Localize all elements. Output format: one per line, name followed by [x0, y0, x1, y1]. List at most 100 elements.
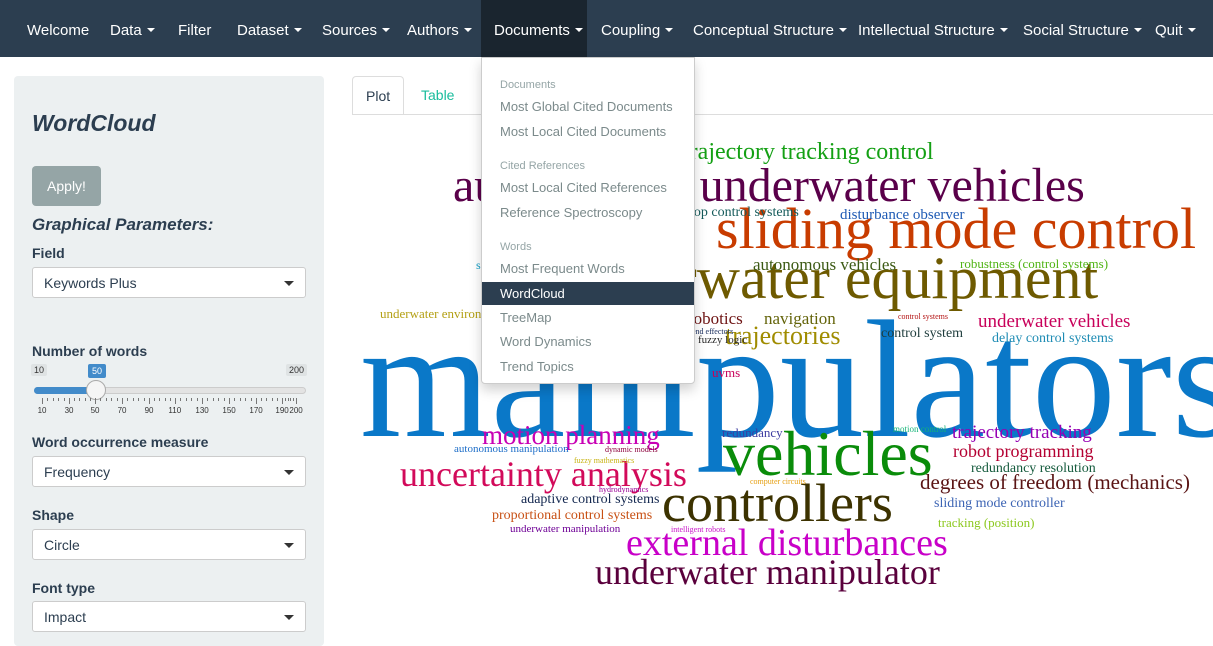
slider-tick [69, 398, 70, 404]
nav-intellectual-structure[interactable]: Intellectual Structure [845, 0, 1021, 57]
caret-down-icon [999, 28, 1008, 33]
nav-authors[interactable]: Authors [394, 0, 485, 57]
nav-label: Authors [407, 22, 459, 39]
menu-item-most-global-cited-documents[interactable]: Most Global Cited Documents [482, 95, 694, 118]
slider-minor-tick [74, 398, 75, 401]
slider-minor-tick [191, 398, 192, 401]
slider-tick-label: 10 [37, 406, 47, 415]
slider-minor-tick [53, 398, 54, 401]
nav-label: Coupling [601, 22, 661, 39]
word-occurrence-label: Word occurrence measure [32, 434, 209, 450]
wordcloud-word: autonomous manipulation [454, 443, 569, 455]
slider-tick-label: 90 [144, 406, 154, 415]
slider-tick-label: 130 [195, 406, 209, 415]
nav-data[interactable]: Data [97, 0, 168, 57]
apply-button[interactable]: Apply! [32, 166, 101, 206]
slider-min-label: 10 [31, 364, 48, 376]
slider-handle[interactable] [86, 380, 106, 400]
occurrence-select[interactable]: Frequency [32, 456, 306, 487]
nav-label: Social Structure [1023, 22, 1129, 39]
slider-minor-tick [197, 398, 198, 401]
wordcloud-word: intelligent robots [671, 525, 726, 534]
menu-item-word-dynamics[interactable]: Word Dynamics [482, 330, 694, 353]
caret-down-icon [293, 28, 302, 33]
nav-dataset[interactable]: Dataset [224, 0, 315, 57]
sidebar-title: WordCloud [32, 110, 156, 136]
slider-minor-tick [207, 398, 208, 401]
field-select-value: Keywords Plus [44, 275, 137, 291]
slider-tick [95, 398, 96, 404]
wordcloud-word: fuzzy mathematics [574, 456, 635, 465]
wordcloud-word: sliding mode controller [934, 496, 1065, 511]
slider-minor-tick [170, 398, 171, 401]
slider-tick [282, 398, 283, 404]
slider-minor-tick [127, 398, 128, 401]
nav-label: Quit [1155, 22, 1183, 39]
slider-minor-tick [159, 398, 160, 401]
wordcloud-word: control systems [898, 312, 948, 321]
nav-documents[interactable]: Documents [481, 0, 587, 57]
nav-social-structure[interactable]: Social Structure [1010, 0, 1155, 57]
font-type-label: Font type [32, 580, 95, 596]
menu-item-most-local-cited-references[interactable]: Most Local Cited References [482, 176, 694, 199]
field-select[interactable]: Keywords Plus [32, 267, 306, 298]
wordcloud-word: underwater manipulation [510, 523, 621, 535]
wordcloud-word: robustness (control systems) [960, 256, 1109, 271]
wordcloud-plot: manipulators autonomous underwater vehicl… [340, 120, 1213, 630]
nav-label: Dataset [237, 22, 289, 39]
menu-item-most-local-cited-documents[interactable]: Most Local Cited Documents [482, 120, 694, 143]
wordcloud-word: trajectory tracking control [683, 139, 934, 165]
menu-item-reference-spectroscopy[interactable]: Reference Spectroscopy [482, 201, 694, 224]
nav-sources[interactable]: Sources [309, 0, 403, 57]
nav-welcome[interactable]: Welcome [14, 0, 102, 57]
nav-quit[interactable]: Quit [1142, 0, 1209, 57]
font-select[interactable]: Impact [32, 601, 306, 632]
wordcloud-word: loop control systems [683, 205, 799, 220]
wordcloud-word: robot programming [953, 441, 1094, 461]
caret-down-icon [463, 28, 472, 33]
nav-label: Filter [178, 22, 212, 39]
slider-minor-tick [251, 398, 252, 401]
slider-minor-tick [144, 398, 145, 401]
tab-table[interactable]: Table [408, 76, 467, 115]
menu-item-most-frequent-words[interactable]: Most Frequent Words [482, 257, 694, 280]
wordcloud-word: underwater vehicles [978, 311, 1131, 332]
caret-down-icon [284, 470, 294, 475]
nav-coupling[interactable]: Coupling [588, 0, 686, 57]
slider-minor-tick [100, 398, 101, 401]
shape-select[interactable]: Circle [32, 529, 306, 560]
slider-tick [122, 398, 123, 404]
slider-max-label: 200 [286, 364, 308, 376]
slider-tick-label: 150 [222, 406, 236, 415]
wordcloud-word: navigation [764, 309, 836, 328]
caret-down-icon [1187, 28, 1196, 33]
wordcloud-word: redundancy resolution [971, 461, 1096, 476]
caret-down-icon [284, 615, 294, 620]
documents-dropdown-menu: Documents Most Global Cited Documents Mo… [481, 57, 695, 384]
menu-item-wordcloud[interactable]: WordCloud [482, 282, 694, 305]
slider-minor-tick [218, 398, 219, 401]
tab-plot[interactable]: Plot [352, 76, 405, 115]
nav-label: Data [110, 22, 142, 39]
wordcloud-word: autonomous vehicles [753, 255, 897, 274]
menu-item-treemap[interactable]: TreeMap [482, 306, 694, 329]
caret-down-icon [284, 543, 294, 548]
wordcloud-word: computer circuits [750, 477, 806, 486]
nav-label: Intellectual Structure [858, 22, 995, 39]
nav-label: Conceptual Structure [693, 22, 834, 39]
wordcloud-word: underwater manipulator [595, 552, 940, 592]
menu-item-trend-topics[interactable]: Trend Topics [482, 355, 694, 378]
graphical-parameters-heading: Graphical Parameters: [32, 215, 214, 234]
caret-down-icon [284, 281, 294, 286]
slider-minor-tick [234, 398, 235, 401]
slider-minor-tick [85, 398, 86, 401]
nav-filter[interactable]: Filter [165, 0, 224, 57]
slider-minor-tick [117, 398, 118, 401]
dropdown-header-documents: Documents [500, 79, 556, 91]
wordcloud-word: robotics [688, 309, 743, 328]
slider-minor-tick [79, 398, 80, 401]
slider-minor-tick [213, 398, 214, 401]
slider-minor-tick [240, 398, 241, 401]
nav-conceptual-structure[interactable]: Conceptual Structure [680, 0, 860, 57]
slider-tick [175, 398, 176, 404]
